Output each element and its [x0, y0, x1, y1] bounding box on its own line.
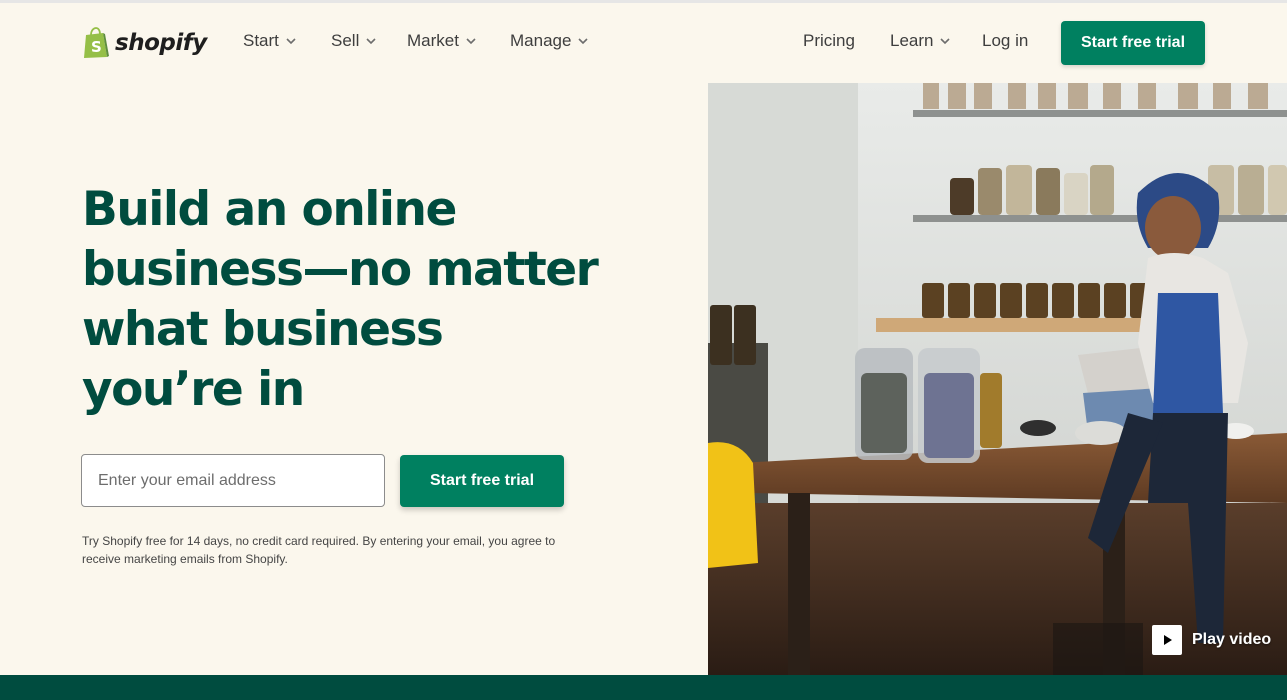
- play-video-button[interactable]: Play video: [1152, 625, 1271, 655]
- nav-pricing-label: Pricing: [803, 31, 855, 50]
- svg-text:S: S: [91, 38, 102, 56]
- chevron-down-icon: [940, 38, 951, 45]
- email-input[interactable]: [81, 454, 385, 507]
- nav-learn[interactable]: Learn: [890, 31, 951, 51]
- trial-disclaimer: Try Shopify free for 14 days, no credit …: [82, 534, 556, 566]
- nav-sell-label: Sell: [331, 31, 360, 50]
- merchant-workshop-image: [708, 83, 1287, 675]
- nav-market-label: Market: [407, 31, 459, 50]
- shopify-logo[interactable]: S shopify: [82, 25, 207, 61]
- nav-start-label: Start: [243, 31, 279, 50]
- nav-pricing[interactable]: Pricing: [803, 31, 855, 51]
- play-video-label: Play video: [1192, 631, 1272, 648]
- chevron-down-icon: [466, 38, 476, 45]
- nav-market[interactable]: Market: [407, 31, 477, 51]
- nav-sell[interactable]: Sell: [331, 31, 377, 51]
- site-header: S shopify Start Sell Market Manage Prici…: [0, 3, 1287, 83]
- footer-band: [0, 675, 1287, 700]
- start-free-trial-button-hero[interactable]: Start free trial: [400, 455, 564, 507]
- start-free-trial-button-header[interactable]: Start free trial: [1061, 21, 1205, 65]
- nav-login[interactable]: Log in: [982, 31, 1028, 51]
- chevron-down-icon: [366, 38, 376, 45]
- chevron-down-icon: [578, 38, 589, 45]
- chevron-down-icon: [286, 38, 296, 45]
- nav-manage[interactable]: Manage: [510, 31, 589, 51]
- nav-login-label: Log in: [982, 31, 1029, 50]
- shopping-bag-icon: S: [84, 27, 109, 58]
- play-icon: [1152, 625, 1182, 655]
- nav-start[interactable]: Start: [243, 31, 297, 51]
- nav-learn-label: Learn: [890, 31, 934, 50]
- nav-manage-label: Manage: [510, 31, 572, 50]
- hero-title: Build an online business—no matter what …: [82, 182, 599, 417]
- hero-photo: [708, 83, 1287, 675]
- logo-wordmark: shopify: [115, 30, 207, 56]
